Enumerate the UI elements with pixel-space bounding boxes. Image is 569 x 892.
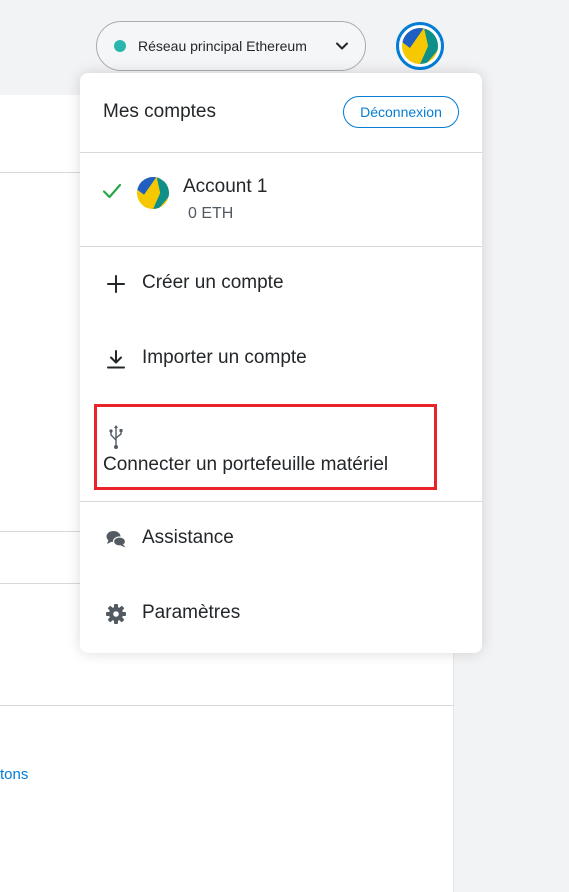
settings-label: Paramètres <box>142 602 241 623</box>
check-icon <box>102 183 122 199</box>
account-menu-header: Mes comptes Déconnexion <box>80 73 482 153</box>
support-item[interactable]: Assistance <box>80 514 482 564</box>
divider <box>0 705 453 706</box>
network-status-dot <box>114 40 126 52</box>
account-name: Account 1 <box>183 176 268 197</box>
logout-button[interactable]: Déconnexion <box>343 96 459 128</box>
divider <box>80 501 482 502</box>
settings-item[interactable]: Paramètres <box>80 589 482 639</box>
support-label: Assistance <box>142 527 234 548</box>
network-label: Réseau principal Ethereum <box>138 38 307 54</box>
chevron-down-icon <box>336 42 348 50</box>
account-menu-title: Mes comptes <box>103 101 216 122</box>
usb-icon <box>109 425 123 449</box>
background-link[interactable]: tons <box>0 766 28 783</box>
plus-icon <box>107 275 125 293</box>
account-menu: Mes comptes Déconnexion Account 1 0 ETH <box>80 73 482 653</box>
import-account-item[interactable]: Importer un compte <box>80 334 482 384</box>
identicon-icon <box>137 177 169 209</box>
import-account-label: Importer un compte <box>142 347 307 368</box>
identicon-icon <box>402 28 438 64</box>
highlight-box <box>94 404 437 490</box>
connect-hardware-wallet-label: Connecter un portefeuille matériel <box>103 454 389 475</box>
download-icon <box>107 350 125 369</box>
gear-icon <box>106 604 126 624</box>
chat-bubbles-icon <box>106 531 127 548</box>
account-list-item[interactable]: Account 1 0 ETH <box>80 153 482 246</box>
account-avatar[interactable] <box>396 22 444 70</box>
connect-hardware-wallet-item[interactable]: Connecter un portefeuille matériel <box>94 404 437 490</box>
network-selector[interactable]: Réseau principal Ethereum <box>96 21 366 71</box>
create-account-item[interactable]: Créer un compte <box>80 259 482 309</box>
account-avatar-small <box>137 177 169 209</box>
create-account-label: Créer un compte <box>142 272 284 293</box>
divider <box>80 246 482 247</box>
account-balance: 0 ETH <box>188 205 234 222</box>
